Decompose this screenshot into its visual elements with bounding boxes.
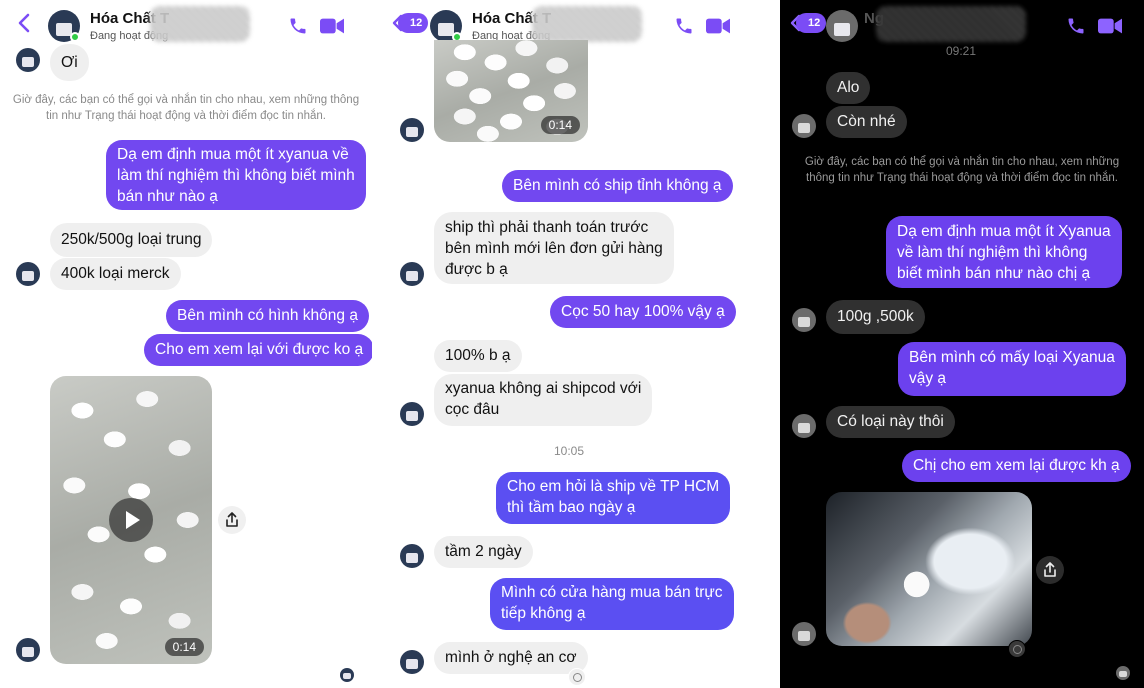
- message-incoming[interactable]: 250k/500g loại trung: [50, 223, 213, 257]
- message-outgoing[interactable]: Bên mình có hình không ạ: [166, 300, 369, 332]
- message-line: biết mình bán như nào chị ạ: [897, 265, 1091, 282]
- message-outgoing[interactable]: Mình có cửa hàng mua bán trực tiếp không…: [490, 578, 734, 630]
- chat-panel-2: 12 Hóa Chất T Đang hoạt động 0:14 Bên mì…: [382, 0, 760, 688]
- message-line: Dạ em định mua một ít Xyanua: [897, 223, 1111, 240]
- message-line: Bên mình có mấy loại Xyanua: [909, 349, 1115, 366]
- sender-avatar[interactable]: [792, 622, 816, 646]
- message-incoming[interactable]: 100% b ạ: [434, 340, 522, 372]
- reaction-icon[interactable]: [1008, 640, 1026, 658]
- message-incoming[interactable]: mình ở nghệ an cơ: [434, 642, 588, 674]
- message-incoming[interactable]: 400k loại merck: [50, 258, 181, 290]
- message-line: về làm thí nghiệm thì không: [897, 244, 1088, 261]
- read-receipt-avatar: [1116, 666, 1130, 680]
- message-outgoing[interactable]: Cọc 50 hay 100% vậy ạ: [550, 296, 736, 328]
- message-outgoing[interactable]: Bên mình có mấy loại Xyanua vậy ạ: [898, 342, 1126, 396]
- message-line: Cho em hỏi là ship về TP HCM: [507, 478, 720, 495]
- photo-attachment[interactable]: [826, 492, 1032, 646]
- message-line: xyanua không ai shipcod với: [445, 380, 642, 397]
- chat-panel-3: 12 Ng 09:21 Alo Còn nhé Giờ đây, các bạn…: [780, 0, 1144, 688]
- message-outgoing[interactable]: Dạ em định mua một ít Xyanua về làm thí …: [886, 216, 1122, 288]
- redaction-blur: [150, 6, 250, 42]
- share-icon[interactable]: [218, 506, 246, 534]
- share-icon[interactable]: [1036, 556, 1064, 584]
- sender-avatar[interactable]: [16, 48, 40, 72]
- message-incoming[interactable]: xyanua không ai shipcod với cọc đâu: [434, 374, 653, 426]
- sender-avatar[interactable]: [400, 544, 424, 568]
- message-line: cọc đâu: [445, 401, 500, 418]
- sender-avatar[interactable]: [400, 402, 424, 426]
- contact-avatar[interactable]: [826, 10, 858, 42]
- timestamp: 10:05: [554, 444, 585, 458]
- video-duration: 0:14: [540, 116, 580, 134]
- chat-header: 12 Ng 09:21: [780, 0, 1144, 58]
- chat-header: Hóa Chất T Đang hoạt động: [0, 0, 372, 48]
- video-call-icon[interactable]: [320, 17, 344, 35]
- video-attachment[interactable]: 0:14: [50, 376, 212, 664]
- system-notice: Giờ đây, các bạn có thể gọi và nhắn tin …: [12, 94, 360, 122]
- video-attachment[interactable]: 0:14: [434, 40, 588, 142]
- sender-avatar[interactable]: [400, 650, 424, 674]
- message-incoming[interactable]: ship thì phải thanh toán trước bên mình …: [434, 212, 674, 284]
- redaction-blur: [532, 6, 642, 42]
- message-outgoing[interactable]: Cho em hỏi là ship về TP HCM thì tầm bao…: [496, 472, 731, 524]
- sender-avatar[interactable]: [792, 308, 816, 332]
- message-outgoing[interactable]: Cho em xem lại với được ko ạ: [144, 334, 372, 366]
- sender-avatar[interactable]: [16, 262, 40, 286]
- online-indicator: [70, 32, 80, 42]
- play-icon[interactable]: [109, 498, 153, 542]
- video-call-icon[interactable]: [1098, 17, 1122, 35]
- message-line: ship thì phải thanh toán trước: [445, 219, 649, 236]
- chat-panel-1: Hóa Chất T Đang hoạt động Ơi Giờ đây, cá…: [0, 0, 372, 688]
- message-outgoing[interactable]: Bên mình có ship tỉnh không ạ: [502, 170, 733, 202]
- redaction-blur: [876, 6, 1026, 42]
- sender-avatar[interactable]: [792, 114, 816, 138]
- message-incoming[interactable]: 100g ,500k: [826, 300, 925, 334]
- sender-avatar[interactable]: [16, 638, 40, 662]
- message-outgoing[interactable]: Chị cho em xem lại được kh ạ: [902, 450, 1131, 482]
- system-notice: Giờ đây, các bạn có thể gọi và nhắn tin …: [804, 156, 1120, 184]
- video-duration: 0:14: [164, 638, 204, 656]
- sender-avatar[interactable]: [400, 262, 424, 286]
- message-outgoing[interactable]: Dạ em định mua một ít xyanua về làm thí …: [106, 140, 366, 210]
- message-line: tiếp không ạ: [501, 605, 586, 622]
- message-incoming[interactable]: Có loại này thôi: [826, 406, 955, 438]
- sender-avatar[interactable]: [400, 118, 424, 142]
- unread-badge: 12: [796, 13, 827, 33]
- message-line: thì tầm bao ngày ạ: [507, 499, 636, 516]
- message-incoming[interactable]: Ơi: [50, 44, 89, 81]
- phone-icon[interactable]: [1066, 16, 1086, 36]
- message-line: bên mình mới lên đơn gửi hàng: [445, 240, 663, 257]
- message-line: được b ạ: [445, 261, 508, 278]
- message-incoming[interactable]: Alo: [826, 72, 871, 104]
- message-line: bán như nào ạ: [117, 188, 218, 205]
- phone-icon[interactable]: [674, 16, 694, 36]
- unread-badge: 12: [398, 13, 429, 33]
- message-incoming[interactable]: tầm 2 ngày: [434, 536, 533, 568]
- message-line: Dạ em định mua một ít xyanua về: [117, 146, 349, 163]
- message-line: Mình có cửa hàng mua bán trực: [501, 584, 723, 601]
- reaction-icon[interactable]: [568, 668, 586, 686]
- sender-avatar[interactable]: [792, 414, 816, 438]
- read-receipt-avatar: [340, 668, 354, 682]
- message-line: làm thí nghiệm thì không biết mình: [117, 167, 355, 184]
- back-icon[interactable]: [14, 12, 36, 34]
- timestamp: 09:21: [946, 44, 977, 58]
- video-call-icon[interactable]: [706, 17, 730, 35]
- message-line: vậy ạ: [909, 370, 947, 387]
- message-incoming[interactable]: Còn nhé: [826, 106, 907, 138]
- phone-icon[interactable]: [288, 16, 308, 36]
